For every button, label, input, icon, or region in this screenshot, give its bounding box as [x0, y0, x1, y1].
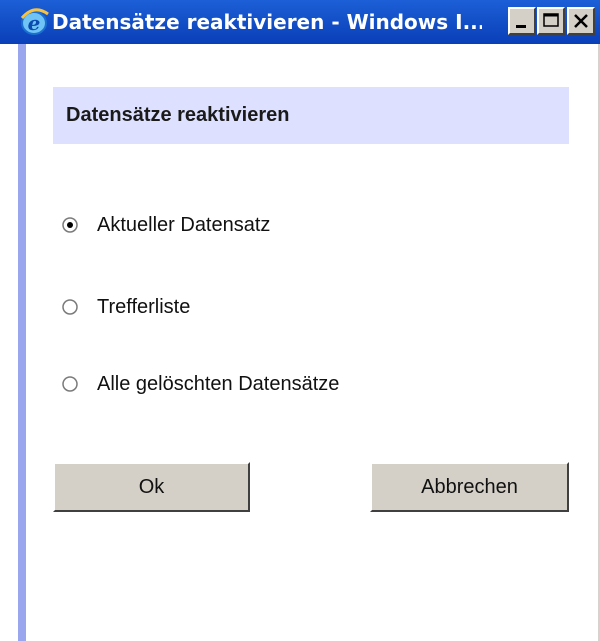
dialog-header: Datensätze reaktivieren	[53, 87, 569, 144]
cancel-button[interactable]: Abbrechen	[370, 462, 569, 512]
option-current-record[interactable]: Aktueller Datensatz	[62, 210, 270, 240]
accent-stripe	[18, 44, 26, 641]
option-label: Aktueller Datensatz	[97, 213, 271, 236]
radio-current-record[interactable]	[62, 217, 78, 233]
option-label: Trefferliste	[97, 295, 191, 318]
option-label: Alle gelöschten Datensätze	[97, 372, 340, 395]
ok-button[interactable]: Ok	[53, 462, 250, 512]
radio-hit-list[interactable]	[62, 299, 78, 315]
option-hit-list[interactable]: Trefferliste	[62, 292, 190, 322]
close-icon	[574, 14, 588, 28]
dialog-window: e Datensätze reaktivieren - Windows I...…	[0, 0, 600, 641]
maximize-icon	[543, 13, 559, 27]
dialog-heading: Datensätze reaktivieren	[66, 104, 290, 126]
radio-selected-icon	[62, 217, 78, 233]
minimize-button[interactable]	[508, 7, 536, 35]
svg-text:e: e	[28, 11, 41, 35]
internet-explorer-icon: e	[18, 6, 50, 38]
window-title: Datensätze reaktivieren - Windows I...	[52, 10, 482, 34]
close-button[interactable]	[567, 7, 595, 35]
radio-unselected-icon	[62, 376, 78, 392]
title-bar[interactable]: e Datensätze reaktivieren - Windows I...	[0, 0, 600, 44]
maximize-button[interactable]	[537, 7, 565, 35]
radio-unselected-icon	[62, 299, 78, 315]
minimize-icon	[516, 25, 526, 28]
radio-all-deleted[interactable]	[62, 376, 78, 392]
option-all-deleted[interactable]: Alle gelöschten Datensätze	[62, 369, 339, 399]
